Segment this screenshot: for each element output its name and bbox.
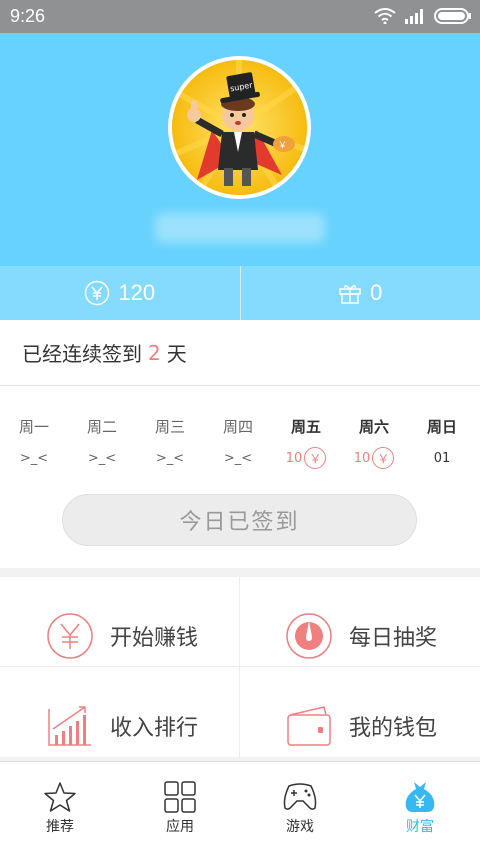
nav-recommend-label: 推荐 xyxy=(46,818,74,835)
status-bar: 9:26 xyxy=(0,0,480,33)
grid-divider-h xyxy=(0,666,480,667)
signin-days: 2 xyxy=(148,340,161,365)
wifi-icon xyxy=(374,8,396,24)
day-value: >_< xyxy=(155,450,185,466)
day-name: 周日 xyxy=(426,418,457,436)
nav-apps-label: 应用 xyxy=(166,818,194,835)
gifts-stat[interactable]: 0 xyxy=(241,266,480,320)
coin-yen-text: ￥ xyxy=(278,141,287,151)
day-wed: 周三 >_< xyxy=(136,416,204,470)
signed-in-button[interactable]: 今日已签到 xyxy=(62,494,417,546)
stats-bar: 120 0 xyxy=(0,266,480,320)
week-row: 周一 >_< 周二 >_< 周三 >_< 周四 >_< 周五 10 ￥ 周六 1… xyxy=(0,416,480,470)
yen-circle-icon xyxy=(40,606,100,666)
week-calendar: 周一 >_< 周二 >_< 周三 >_< 周四 >_< 周五 10 ￥ 周六 1… xyxy=(0,386,480,568)
nav-games[interactable]: 游戏 xyxy=(240,762,360,853)
yen-coin-icon xyxy=(85,280,110,306)
nav-apps[interactable]: 应用 xyxy=(120,762,240,853)
day-name: 周一 xyxy=(18,418,49,436)
signal-icon xyxy=(405,9,423,24)
nav-wealth-label: 财富 xyxy=(406,818,434,835)
money-bag-icon xyxy=(405,781,435,812)
bottom-nav: 推荐 应用 游戏 财富 xyxy=(0,761,480,853)
my-wallet-button[interactable]: 我的钱包 xyxy=(279,681,480,770)
nav-recommend[interactable]: 推荐 xyxy=(0,762,120,853)
earn-label: 开始赚钱 xyxy=(110,625,199,651)
gamepad-icon xyxy=(283,782,317,810)
star-icon xyxy=(44,781,76,812)
day-name: 周四 xyxy=(222,418,253,436)
day-sun: 周日 01 xyxy=(408,416,476,470)
day-name: 周五 xyxy=(290,418,321,436)
day-value: 01 xyxy=(433,450,451,466)
apps-grid-icon xyxy=(164,780,196,813)
feature-grid: 开始赚钱 每日抽奖 收入排行 我的钱包 xyxy=(0,577,480,757)
day-fri: 周五 10 ￥ xyxy=(272,416,340,470)
day-sat: 周六 10 ￥ xyxy=(340,416,408,470)
signin-streak: 已经连续签到 2 天 xyxy=(0,320,480,386)
nav-games-label: 游戏 xyxy=(286,818,314,835)
grid-divider-v xyxy=(239,577,240,757)
profile-header: super ￥ xyxy=(0,33,480,266)
status-time: 9:26 xyxy=(10,6,46,26)
day-name: 周二 xyxy=(86,418,117,436)
chart-rising-icon xyxy=(40,696,100,756)
day-tue: 周二 >_< xyxy=(68,416,136,470)
day-thu: 周四 >_< xyxy=(204,416,272,470)
coins-stat[interactable]: 120 xyxy=(0,266,240,320)
avatar-illustration: super ￥ xyxy=(172,60,307,195)
avatar[interactable]: super ￥ xyxy=(168,56,311,199)
gifts-value: 0 xyxy=(370,280,383,305)
day-value: >_< xyxy=(19,450,49,466)
signin-suffix: 天 xyxy=(166,342,187,366)
nav-wealth[interactable]: 财富 xyxy=(360,762,480,853)
day-value: >_< xyxy=(87,450,117,466)
day-value: >_< xyxy=(223,450,253,466)
gift-icon xyxy=(339,285,361,304)
yen-badge-icon: ￥ xyxy=(304,447,327,469)
status-icons xyxy=(374,8,472,24)
coins-value: 120 xyxy=(118,280,156,305)
day-reward: 10 ￥ xyxy=(272,446,340,470)
battery-icon xyxy=(434,8,471,24)
username-blurred xyxy=(155,213,325,243)
day-reward: 10 ￥ xyxy=(340,446,408,470)
wallet-label: 我的钱包 xyxy=(349,715,438,741)
wallet-icon xyxy=(279,696,339,756)
income-ranking-button[interactable]: 收入排行 xyxy=(40,681,279,770)
day-name: 周六 xyxy=(358,418,389,436)
lottery-label: 每日抽奖 xyxy=(349,625,438,651)
lottery-wheel-icon xyxy=(279,606,339,666)
day-name: 周三 xyxy=(154,418,185,436)
yen-badge-icon: ￥ xyxy=(372,447,395,469)
signin-prefix: 已经连续签到 xyxy=(22,342,142,366)
day-mon: 周一 >_< xyxy=(0,416,68,470)
ranking-label: 收入排行 xyxy=(110,715,199,741)
